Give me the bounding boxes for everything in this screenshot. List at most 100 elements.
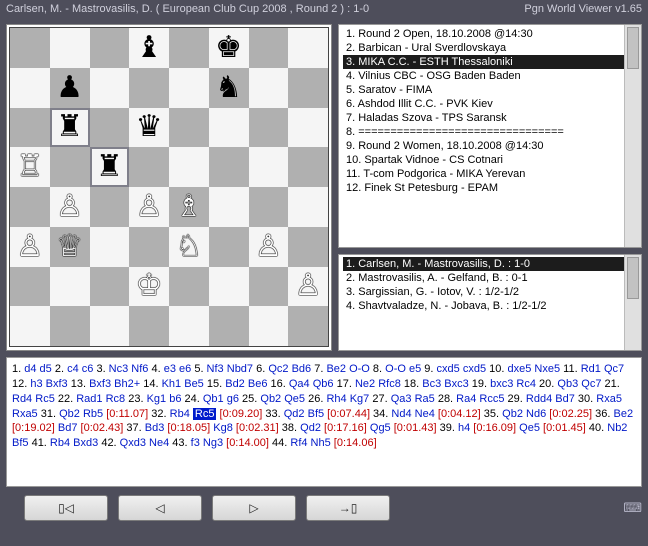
list-item[interactable]: 1. Carlsen, M. - Mastrovasilis, D. : 1-0 [343, 257, 641, 271]
move[interactable]: Bf5 [12, 437, 29, 449]
move[interactable]: Qxd3 [117, 437, 146, 449]
move[interactable]: Qe5 [516, 422, 540, 434]
move[interactable]: bxc3 [487, 378, 513, 390]
move[interactable]: Rad1 [73, 393, 102, 405]
move[interactable]: Nf3 [204, 363, 224, 375]
move[interactable]: Kg7 [347, 393, 370, 405]
move[interactable]: Qb2 [56, 408, 80, 420]
list-item[interactable]: 3. Sargissian, G. - Iotov, V. : 1/2-1/2 [343, 285, 641, 299]
move[interactable]: Rh4 [323, 393, 346, 405]
move[interactable]: Rc5 [32, 393, 55, 405]
move[interactable]: Ne4 [146, 437, 169, 449]
rounds-list[interactable]: 1. Round 2 Open, 18.10.2008 @14:302. Bar… [338, 24, 642, 248]
scrollbar[interactable] [624, 25, 641, 247]
move[interactable]: Rfc8 [375, 378, 401, 390]
move[interactable]: Qa4 [286, 378, 310, 390]
move[interactable]: Bf5 [305, 408, 325, 420]
move[interactable]: Rd1 [578, 363, 601, 375]
square-g4[interactable] [249, 187, 289, 227]
square-a7[interactable] [10, 68, 50, 108]
move[interactable]: e5 [406, 363, 421, 375]
move[interactable]: c6 [79, 363, 94, 375]
move[interactable]: Bd2 [222, 378, 245, 390]
square-c8[interactable] [90, 28, 130, 68]
move[interactable]: Rc8 [103, 393, 126, 405]
move[interactable]: Rxa5 [12, 408, 38, 420]
move[interactable]: b6 [166, 393, 181, 405]
move[interactable]: Kh1 [159, 378, 182, 390]
square-c6[interactable] [90, 108, 130, 148]
move[interactable]: Rcc5 [476, 393, 504, 405]
square-c4[interactable] [90, 187, 130, 227]
list-item[interactable]: 4. Vilnius CBC - OSG Baden Baden [343, 69, 641, 83]
move[interactable]: Be6 [245, 378, 268, 390]
move[interactable]: Qb2 [499, 408, 523, 420]
move[interactable]: d5 [36, 363, 51, 375]
square-e6[interactable] [169, 108, 209, 148]
move[interactable]: Rb4 [167, 408, 190, 420]
move[interactable]: Rdd4 [523, 393, 552, 405]
move[interactable]: Qb3 [554, 378, 578, 390]
move[interactable]: Rd4 [12, 393, 32, 405]
move[interactable]: Qb6 [310, 378, 334, 390]
move[interactable]: Nh5 [308, 437, 331, 449]
square-b6[interactable]: ♜ [50, 108, 90, 148]
move[interactable]: Nd4 [388, 408, 411, 420]
move[interactable]: Nc3 [106, 363, 129, 375]
move[interactable]: Bxf3 [86, 378, 111, 390]
square-g8[interactable] [249, 28, 289, 68]
square-d1[interactable] [129, 306, 169, 346]
move[interactable]: Bd7 [55, 422, 78, 434]
square-d3[interactable] [129, 227, 169, 267]
square-f4[interactable] [209, 187, 249, 227]
move[interactable]: Rb5 [80, 408, 103, 420]
square-d2[interactable]: ♔ [129, 267, 169, 307]
square-e3[interactable]: ♘ [169, 227, 209, 267]
move[interactable]: Kg8 [210, 422, 233, 434]
first-button[interactable]: ▯◁ [24, 495, 108, 521]
move[interactable]: Ne4 [412, 408, 435, 420]
square-c3[interactable] [90, 227, 130, 267]
list-item[interactable]: 10. Spartak Vidnoe - CS Cotnari [343, 153, 641, 167]
move[interactable]: Nbd7 [224, 363, 253, 375]
list-item[interactable]: 3. MIKA C.C. - ESTH Thessaloniki [343, 55, 641, 69]
move[interactable]: d4 [21, 363, 36, 375]
move[interactable]: e6 [176, 363, 191, 375]
move[interactable]: Bxf3 [43, 378, 68, 390]
square-g3[interactable]: ♙ [249, 227, 289, 267]
square-f1[interactable] [209, 306, 249, 346]
move-list[interactable]: 1. d4 d5 2. c4 c6 3. Nc3 Nf6 4. e3 e6 5.… [6, 357, 642, 487]
list-item[interactable]: 12. Finek St Petesburg - EPAM [343, 181, 641, 195]
square-e5[interactable] [169, 147, 209, 187]
move[interactable]: Rb4 [47, 437, 70, 449]
games-list[interactable]: 1. Carlsen, M. - Mastrovasilis, D. : 1-0… [338, 254, 642, 351]
list-item[interactable]: 2. Mastrovasilis, A. - Gelfand, B. : 0-1 [343, 271, 641, 285]
list-item[interactable]: 6. Ashdod Illit C.C. - PVK Kiev [343, 97, 641, 111]
square-a4[interactable] [10, 187, 50, 227]
square-h3[interactable] [288, 227, 328, 267]
move[interactable]: Rf4 [287, 437, 307, 449]
list-item[interactable]: 11. T-com Podgorica - MIKA Yerevan [343, 167, 641, 181]
move[interactable]: Ng3 [200, 437, 223, 449]
square-f8[interactable]: ♚ [209, 28, 249, 68]
square-c1[interactable] [90, 306, 130, 346]
square-f5[interactable] [209, 147, 249, 187]
square-d8[interactable]: ♝ [129, 28, 169, 68]
move[interactable]: Nb2 [604, 422, 627, 434]
square-d6[interactable]: ♛ [129, 108, 169, 148]
list-item[interactable]: 5. Saratov - FIMA [343, 83, 641, 97]
move[interactable]: f3 [188, 437, 200, 449]
square-d4[interactable]: ♙ [129, 187, 169, 227]
square-a2[interactable] [10, 267, 50, 307]
square-h6[interactable] [288, 108, 328, 148]
move[interactable]: Bxc3 [441, 378, 469, 390]
square-g1[interactable] [249, 306, 289, 346]
square-c5[interactable]: ♜ [90, 147, 130, 187]
list-item[interactable]: 9. Round 2 Women, 18.10.2008 @14:30 [343, 139, 641, 153]
move[interactable]: Qg5 [367, 422, 391, 434]
square-h1[interactable] [288, 306, 328, 346]
move[interactable]: Qb1 [200, 393, 224, 405]
square-b4[interactable]: ♙ [50, 187, 90, 227]
move[interactable]: Bh2+ [111, 378, 140, 390]
move[interactable]: Be2 [323, 363, 346, 375]
